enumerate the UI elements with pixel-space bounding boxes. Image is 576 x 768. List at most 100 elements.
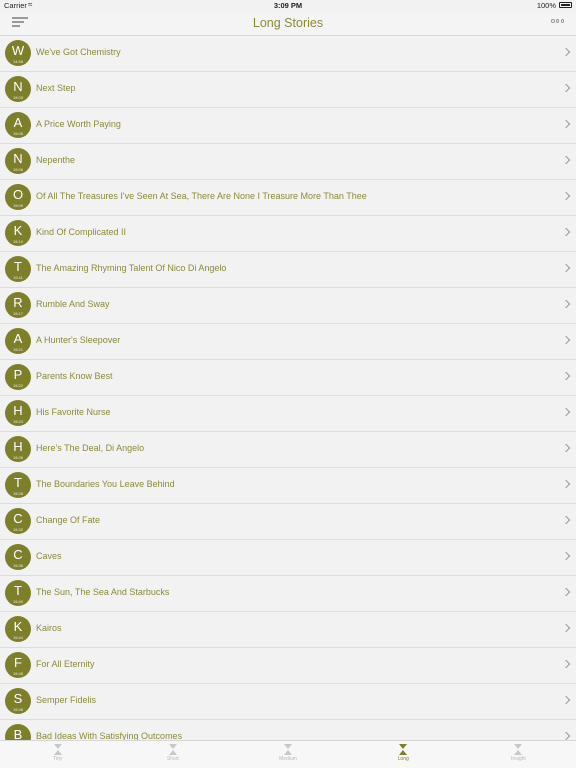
avatar-letter: C	[13, 547, 23, 562]
hourglass-icon	[514, 744, 523, 755]
story-row-18[interactable]: F 15:45 For All Eternity	[0, 648, 576, 684]
story-avatar: T 15:11	[5, 256, 31, 282]
navigation-bar: Long Stories	[0, 12, 576, 36]
avatar-timestamp: 15:26	[12, 455, 23, 460]
chevron-right-icon	[561, 587, 571, 597]
chevron-right-icon	[561, 263, 571, 273]
story-row-20[interactable]: B 15:50 Bad Ideas With Satisfying Outcom…	[0, 720, 576, 740]
avatar-timestamp: 15:05	[12, 131, 23, 136]
hourglass-icon	[168, 744, 177, 755]
story-title: Bad Ideas With Satisfying Outcomes	[36, 731, 183, 740]
story-row-7[interactable]: T 15:11 The Amazing Rhyming Talent Of Ni…	[0, 252, 576, 288]
story-title: Rumble And Sway	[36, 299, 110, 309]
story-row-17[interactable]: K 15:44 Kairos	[0, 612, 576, 648]
avatar-letter: T	[14, 259, 22, 274]
story-row-6[interactable]: K 15:10 Kind Of Complicated II	[0, 216, 576, 252]
story-row-15[interactable]: C 15:36 Caves	[0, 540, 576, 576]
avatar-letter: P	[13, 367, 23, 382]
avatar-timestamp: 15:22	[12, 383, 23, 388]
avatar-letter: C	[13, 511, 23, 526]
story-row-1[interactable]: W 14:58 We've Got Chemistry	[0, 36, 576, 72]
tab-tiny[interactable]: Tiny	[0, 741, 115, 768]
avatar-timestamp: 15:06	[12, 167, 23, 172]
chevron-right-icon	[561, 443, 571, 453]
battery-icon	[559, 2, 572, 8]
tab-long[interactable]: Long	[346, 741, 461, 768]
avatar-letter: S	[13, 691, 23, 706]
avatar-letter: K	[13, 223, 23, 238]
chevron-right-icon	[561, 47, 571, 57]
chevron-right-icon	[561, 731, 571, 740]
avatar-letter: A	[13, 331, 23, 346]
avatar-timestamp: 14:58	[12, 59, 23, 64]
story-title: Caves	[36, 551, 62, 561]
story-row-4[interactable]: N 15:06 Nepenthe	[0, 144, 576, 180]
avatar-letter: W	[11, 43, 25, 58]
story-row-12[interactable]: H 15:26 Here's The Deal, Di Angelo	[0, 432, 576, 468]
story-row-8[interactable]: R 15:17 Rumble And Sway	[0, 288, 576, 324]
avatar-timestamp: 15:40	[12, 599, 23, 604]
story-avatar: O 15:09	[5, 184, 31, 210]
avatar-timestamp: 15:09	[12, 203, 23, 208]
story-row-13[interactable]: T 15:28 The Boundaries You Leave Behind	[0, 468, 576, 504]
story-avatar: C 15:36	[5, 544, 31, 570]
more-icon[interactable]	[551, 19, 564, 25]
tab-medium[interactable]: Medium	[230, 741, 345, 768]
story-list[interactable]: W 14:58 We've Got Chemistry N 15:03 Next…	[0, 36, 576, 740]
story-row-16[interactable]: T 15:40 The Sun, The Sea And Starbucks	[0, 576, 576, 612]
story-avatar: T 15:40	[5, 580, 31, 606]
story-title: His Favorite Nurse	[36, 407, 111, 417]
tab-label: Insight	[511, 756, 526, 762]
story-row-2[interactable]: N 15:03 Next Step	[0, 72, 576, 108]
story-row-9[interactable]: A 15:21 A Hunter's Sleepover	[0, 324, 576, 360]
story-row-19[interactable]: S 15:48 Semper Fidelis	[0, 684, 576, 720]
chevron-right-icon	[561, 479, 571, 489]
story-avatar: P 15:22	[5, 364, 31, 390]
chevron-right-icon	[561, 407, 571, 417]
avatar-timestamp: 15:45	[12, 671, 23, 676]
story-title: Semper Fidelis	[36, 695, 97, 705]
hourglass-icon	[53, 744, 62, 755]
story-row-10[interactable]: P 15:22 Parents Know Best	[0, 360, 576, 396]
avatar-letter: N	[13, 79, 23, 94]
story-row-14[interactable]: C 15:32 Change Of Fate	[0, 504, 576, 540]
chevron-right-icon	[561, 335, 571, 345]
hourglass-icon	[399, 744, 408, 755]
tab-label: Tiny	[52, 756, 63, 762]
story-title: Kairos	[36, 623, 62, 633]
story-avatar: A 15:05	[5, 112, 31, 138]
chevron-right-icon	[561, 191, 571, 201]
story-title: Here's The Deal, Di Angelo	[36, 443, 145, 453]
avatar-timestamp: 15:32	[12, 527, 23, 532]
page-title: Long Stories	[252, 16, 324, 30]
story-avatar: K 15:44	[5, 616, 31, 642]
story-avatar: N 15:06	[5, 148, 31, 174]
tab-label: Medium	[279, 756, 297, 762]
chevron-right-icon	[561, 227, 571, 237]
story-row-5[interactable]: O 15:09 Of All The Treasures I've Seen A…	[0, 180, 576, 216]
story-avatar: K 15:10	[5, 220, 31, 246]
tab-insight[interactable]: Insight	[461, 741, 576, 768]
story-title: For All Eternity	[36, 659, 95, 669]
story-title: The Sun, The Sea And Starbucks	[36, 587, 170, 597]
battery-percent: 100%	[536, 1, 556, 10]
status-bar: Carrier ≈ 3:09 PM 100%	[0, 0, 576, 12]
story-title: Next Step	[36, 83, 76, 93]
story-avatar: R 15:17	[5, 292, 31, 318]
avatar-timestamp: 15:03	[12, 95, 23, 100]
avatar-letter: B	[13, 727, 23, 740]
story-avatar: W 14:58	[5, 40, 31, 66]
story-title: We've Got Chemistry	[36, 47, 121, 57]
story-avatar: F 15:45	[5, 652, 31, 678]
story-title: The Amazing Rhyming Talent Of Nico Di An…	[36, 263, 227, 273]
avatar-timestamp: 15:44	[12, 635, 23, 640]
tab-short[interactable]: Short	[115, 741, 230, 768]
story-avatar: N 15:03	[5, 76, 31, 102]
story-row-11[interactable]: H 15:23 His Favorite Nurse	[0, 396, 576, 432]
story-avatar: B 15:50	[5, 724, 31, 740]
chevron-right-icon	[561, 623, 571, 633]
story-title: Parents Know Best	[36, 371, 113, 381]
story-row-3[interactable]: A 15:05 A Price Worth Paying	[0, 108, 576, 144]
chevron-right-icon	[561, 155, 571, 165]
avatar-timestamp: 15:28	[12, 491, 23, 496]
